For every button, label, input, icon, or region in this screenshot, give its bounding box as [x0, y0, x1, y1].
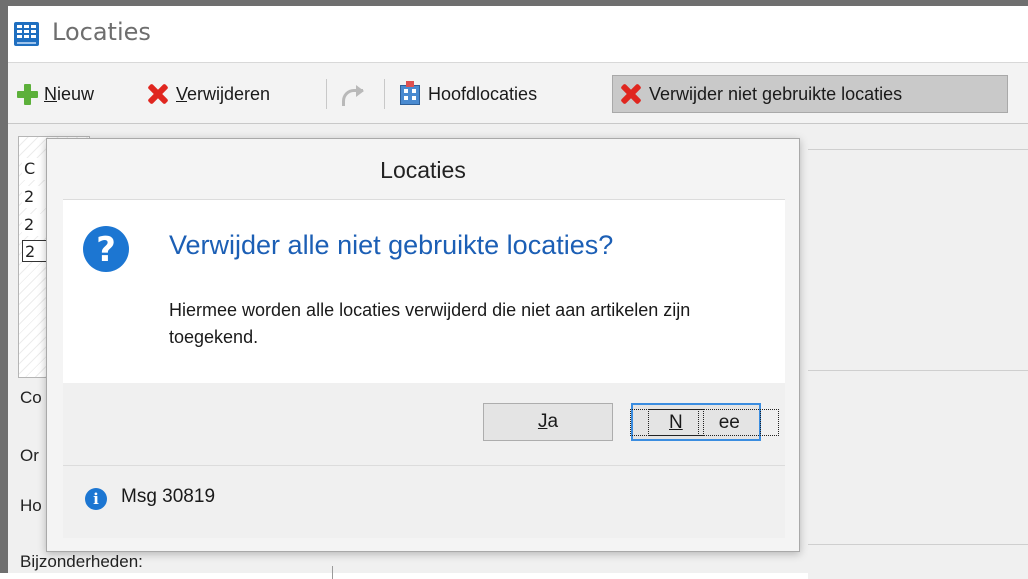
main-locations-button[interactable]: Hoofdlocaties [398, 75, 537, 113]
toolbar: Nieuw Verwijderen Hoofdlocaties Verwijde… [8, 62, 1028, 124]
message-id: Msg 30819 [121, 486, 216, 507]
window-title: Locaties [52, 18, 151, 46]
yes-label: a [547, 411, 559, 432]
dialog-title: Locaties [380, 157, 466, 183]
info-icon: i [85, 488, 107, 510]
dialog-footer: i Msg 30819 [63, 465, 785, 538]
dialog-content: ? Verwijder alle niet gebruikte locaties… [63, 199, 785, 385]
grid-app-icon [14, 22, 39, 46]
delete-hotkey: V [176, 83, 188, 104]
delete-button[interactable]: Verwijderen [146, 75, 270, 113]
field-label-code: Co [20, 388, 42, 407]
undo-icon [338, 83, 364, 106]
building-icon [398, 81, 422, 107]
main-locations-label: Hoofdlocaties [428, 83, 538, 104]
delete-unused-x-icon [619, 82, 643, 106]
field-label-omschrijving: Or [20, 446, 39, 465]
confirm-dialog: Locaties ? Verwijder alle niet gebruikte… [46, 138, 800, 552]
delete-x-icon [146, 82, 170, 106]
field-label-bijzonderheden: Bijzonderheden: [20, 552, 143, 571]
question-icon: ? [83, 226, 129, 272]
no-hotkey: N [648, 409, 704, 436]
new-button[interactable]: Nieuw [16, 75, 94, 113]
no-button[interactable]: Nee [630, 403, 779, 441]
new-hotkey: N [44, 83, 57, 104]
dialog-message: Hiermee worden alle locaties verwijderd … [169, 300, 691, 347]
dialog-heading: Verwijder alle niet gebruikte locaties? [169, 230, 614, 260]
divider [808, 370, 1028, 371]
dialog-button-bar: Ja Nee [63, 383, 785, 465]
plus-icon [16, 83, 38, 105]
delete-unused-button[interactable]: Verwijder niet gebruikte locaties [612, 75, 1008, 113]
title-bar: Locaties [8, 6, 1028, 62]
divider [808, 544, 1028, 545]
toolbar-separator [384, 79, 385, 109]
yes-button[interactable]: Ja [483, 403, 613, 441]
detail-panel [808, 149, 1028, 579]
toolbar-separator [326, 79, 327, 109]
no-label: ee [697, 409, 761, 436]
new-label: ieuw [57, 83, 95, 104]
divider [808, 149, 1028, 150]
undo-button[interactable] [338, 75, 364, 113]
field-label-hoofdlocatie: Ho [20, 496, 42, 515]
delete-label: erwijderen [187, 83, 271, 104]
delete-unused-label: Verwijder niet gebruikte locaties [649, 83, 903, 104]
